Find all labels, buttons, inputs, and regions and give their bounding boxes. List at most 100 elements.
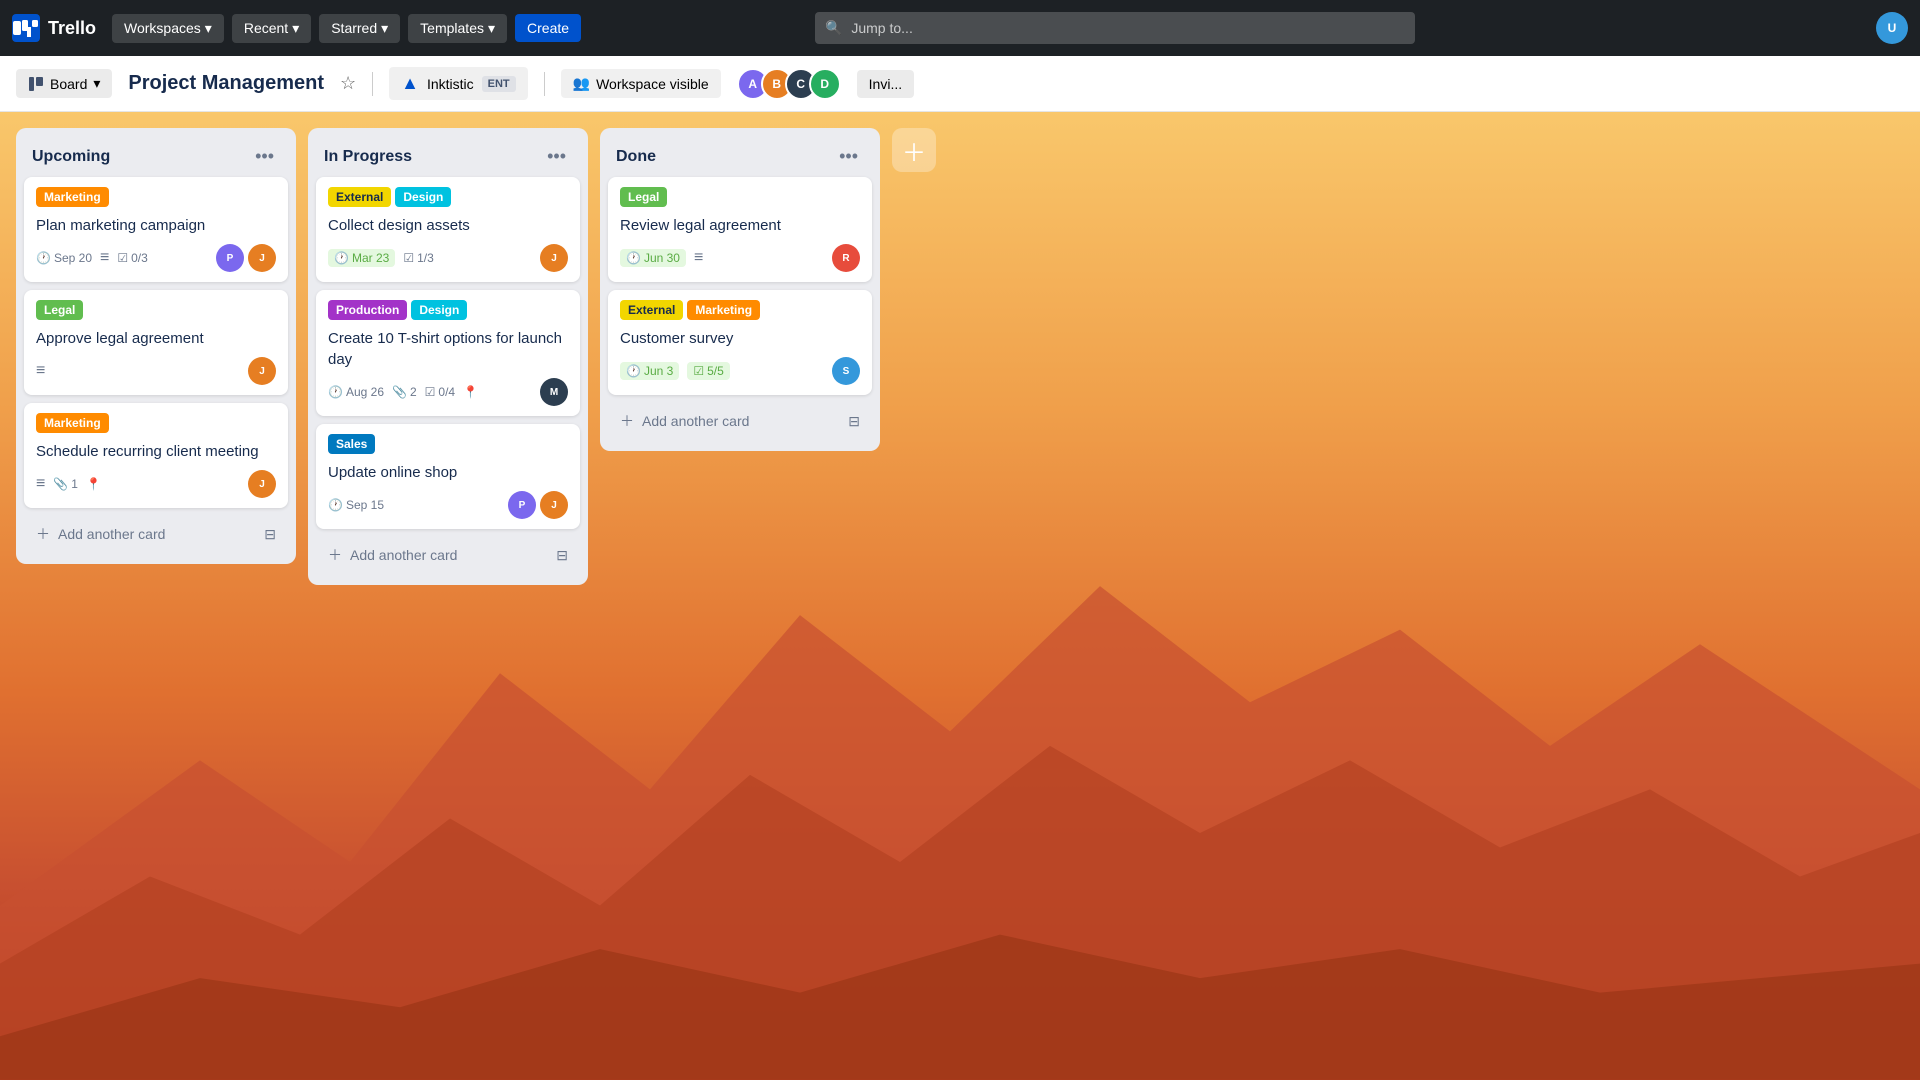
board-header: Board ▾ Project Management ☆ ▲ Inktistic… bbox=[0, 56, 1920, 112]
avatar[interactable]: J bbox=[540, 491, 568, 519]
create-button[interactable]: Create bbox=[515, 14, 581, 42]
avatar[interactable]: R bbox=[832, 244, 860, 272]
card[interactable]: ExternalMarketingCustomer survey🕐 Jun 3☑… bbox=[608, 290, 872, 395]
card[interactable]: Sales Update online shop 🕐 Sep 15PJ bbox=[316, 424, 580, 529]
nav-right: U bbox=[1876, 12, 1908, 44]
checklist-icon: ☑ bbox=[693, 364, 704, 378]
avatar[interactable]: J bbox=[248, 244, 276, 272]
avatar[interactable]: J bbox=[540, 244, 568, 272]
card-avatars: J bbox=[540, 244, 568, 272]
description-meta: ≡ bbox=[36, 362, 45, 380]
recent-button[interactable]: Recent ▾ bbox=[232, 14, 311, 43]
card-avatars: PJ bbox=[216, 244, 276, 272]
visibility-button[interactable]: 👥 Workspace visible bbox=[561, 69, 721, 98]
card-labels: ProductionDesign bbox=[328, 300, 568, 320]
avatar[interactable]: J bbox=[248, 357, 276, 385]
card-footer: ≡J bbox=[36, 357, 276, 385]
workspaces-label: Workspaces bbox=[124, 20, 201, 36]
plus-icon: ＋ bbox=[328, 545, 342, 565]
checklist-meta: ☑ 0/4 bbox=[425, 385, 455, 399]
add-card-button[interactable]: ＋ Add another card ⊟ bbox=[316, 537, 580, 573]
people-icon: 👥 bbox=[573, 75, 590, 92]
column-upcoming: Upcoming ••• Marketing Plan marketing cam… bbox=[16, 128, 296, 564]
card[interactable]: MarketingPlan marketing campaign🕐 Sep 20… bbox=[24, 177, 288, 282]
card-title: Plan marketing campaign bbox=[36, 215, 276, 236]
star-button[interactable]: ☆ bbox=[340, 73, 356, 94]
trello-logo[interactable]: Trello bbox=[12, 14, 96, 42]
avatar[interactable]: S bbox=[832, 357, 860, 385]
card[interactable]: ProductionDesignCreate 10 T-shirt option… bbox=[316, 290, 580, 416]
add-card-button[interactable]: ＋ Add another card ⊟ bbox=[608, 403, 872, 439]
atlas-icon: ▲ bbox=[401, 73, 419, 94]
attachment-meta: 📎 2 bbox=[392, 385, 417, 399]
card-label: Sales bbox=[328, 434, 375, 454]
add-card-button[interactable]: ＋ Add another card ⊟ bbox=[24, 516, 288, 552]
chevron-down-icon: ▾ bbox=[205, 20, 212, 37]
card-title: Schedule recurring client meeting bbox=[36, 441, 276, 462]
column-header: Upcoming ••• bbox=[24, 140, 288, 177]
add-column-button[interactable]: ＋ bbox=[892, 128, 936, 172]
chevron-down-icon: ▾ bbox=[292, 20, 299, 37]
checklist-icon: ☑ bbox=[117, 251, 128, 265]
starred-button[interactable]: Starred ▾ bbox=[319, 14, 400, 43]
board-title: Project Management bbox=[128, 72, 324, 95]
card-footer: 🕐 Aug 26📎 2☑ 0/4📍M bbox=[328, 378, 568, 406]
workspaces-button[interactable]: Workspaces ▾ bbox=[112, 14, 224, 43]
checklist-meta: ☑ 1/3 bbox=[403, 251, 433, 265]
card[interactable]: LegalApprove legal agreement≡J bbox=[24, 290, 288, 395]
board-background: Upcoming ••• Marketing Plan marketing cam… bbox=[0, 112, 1920, 1080]
description-meta: ≡ bbox=[36, 475, 45, 493]
card-meta: 🕐 Jun 30≡ bbox=[620, 249, 703, 267]
card-label: Design bbox=[411, 300, 467, 320]
card[interactable]: Legal Review legal agreement 🕐 Jun 30≡ R bbox=[608, 177, 872, 282]
card-avatars: M bbox=[540, 378, 568, 406]
templates-button[interactable]: Templates ▾ bbox=[408, 14, 507, 43]
avatar[interactable]: J bbox=[248, 470, 276, 498]
card-title: Approve legal agreement bbox=[36, 328, 276, 349]
plus-icon: ＋ bbox=[620, 411, 634, 431]
column-header: In Progress ••• bbox=[316, 140, 580, 177]
workspace-name: Inktistic bbox=[427, 76, 474, 92]
card-footer: 🕐 Sep 15PJ bbox=[328, 491, 568, 519]
board-view-button[interactable]: Board ▾ bbox=[16, 69, 112, 98]
clock-icon: 🕐 bbox=[36, 251, 51, 265]
column-menu-button[interactable]: ••• bbox=[541, 144, 572, 169]
description-icon: ≡ bbox=[100, 249, 109, 267]
card-labels: ExternalMarketing bbox=[620, 300, 860, 320]
column-done: Done ••• Legal Review legal agreement 🕐 Ju… bbox=[600, 128, 880, 451]
avatar[interactable]: U bbox=[1876, 12, 1908, 44]
column-menu-button[interactable]: ••• bbox=[833, 144, 864, 169]
card[interactable]: ExternalDesignCollect design assets🕐 Mar… bbox=[316, 177, 580, 282]
card-label: Marketing bbox=[36, 413, 109, 433]
description-icon: ≡ bbox=[36, 362, 45, 380]
avatar[interactable]: M bbox=[540, 378, 568, 406]
card-footer: 🕐 Jun 30≡ R bbox=[620, 244, 860, 272]
template-icon: ⊟ bbox=[264, 526, 276, 543]
card-label: Marketing bbox=[687, 300, 760, 320]
avatar[interactable]: P bbox=[216, 244, 244, 272]
date-meta: 🕐 Jun 3 bbox=[620, 362, 679, 380]
avatar[interactable]: P bbox=[508, 491, 536, 519]
plus-icon: ＋ bbox=[902, 133, 926, 168]
date-meta: 🕐 Sep 20 bbox=[36, 251, 92, 265]
checklist-meta: ☑ 5/5 bbox=[687, 362, 729, 380]
card-title: Review legal agreement bbox=[620, 215, 860, 236]
card-avatars: J bbox=[248, 357, 276, 385]
description-meta: ≡ bbox=[100, 249, 109, 267]
column-header: Done ••• bbox=[608, 140, 872, 177]
trello-logo-icon bbox=[12, 14, 40, 42]
mountain-background bbox=[0, 499, 1920, 1080]
column-menu-button[interactable]: ••• bbox=[249, 144, 280, 169]
avatar[interactable]: D bbox=[809, 68, 841, 100]
column-in-progress: In Progress ••• ExternalDesignCollect de… bbox=[308, 128, 588, 585]
invite-button[interactable]: Invi... bbox=[857, 70, 914, 98]
card[interactable]: Marketing Schedule recurring client meeti… bbox=[24, 403, 288, 508]
card-labels: Legal bbox=[620, 187, 860, 207]
template-icon: ⊟ bbox=[556, 547, 568, 564]
board-columns: Upcoming ••• Marketing Plan marketing cam… bbox=[16, 128, 1904, 585]
description-icon: ≡ bbox=[694, 249, 703, 267]
card-title: Update online shop bbox=[328, 462, 568, 483]
search-input[interactable] bbox=[815, 12, 1415, 44]
workspace-button[interactable]: ▲ Inktistic ENT bbox=[389, 67, 528, 100]
card-label: External bbox=[328, 187, 391, 207]
